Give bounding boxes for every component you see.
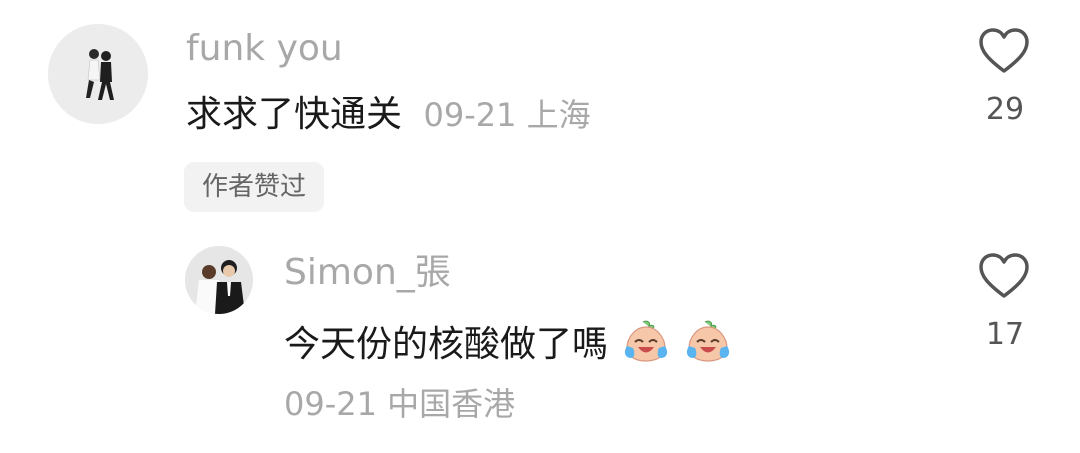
username[interactable]: Simon_張 [284,255,451,291]
avatar-image [185,246,253,314]
comment-meta: 09-21 上海 [423,96,591,134]
avatar-image [48,24,148,124]
comment-body: 求求了快通关 [186,94,403,135]
username[interactable]: funk you [186,31,343,67]
comment-body: 今天份的核酸做了嗎 [284,324,609,365]
like-button[interactable] [978,27,1030,75]
avatar[interactable] [185,246,253,314]
comment-text: 求求了快通关 09-21 上海 [186,97,591,133]
like-count: 29 [985,92,1025,127]
comment-meta: 09-21 中国香港 [284,385,516,423]
crying-laughing-emoji [625,320,668,362]
author-liked-badge: 作者赞过 [184,162,325,212]
heart-icon [979,28,1029,73]
avatar[interactable] [48,24,148,124]
comment-text: 今天份的核酸做了嗎 [284,318,731,364]
heart-icon [979,253,1029,298]
like-count: 17 [985,317,1025,352]
crying-laughing-emoji [686,320,730,362]
like-button[interactable] [978,252,1030,300]
